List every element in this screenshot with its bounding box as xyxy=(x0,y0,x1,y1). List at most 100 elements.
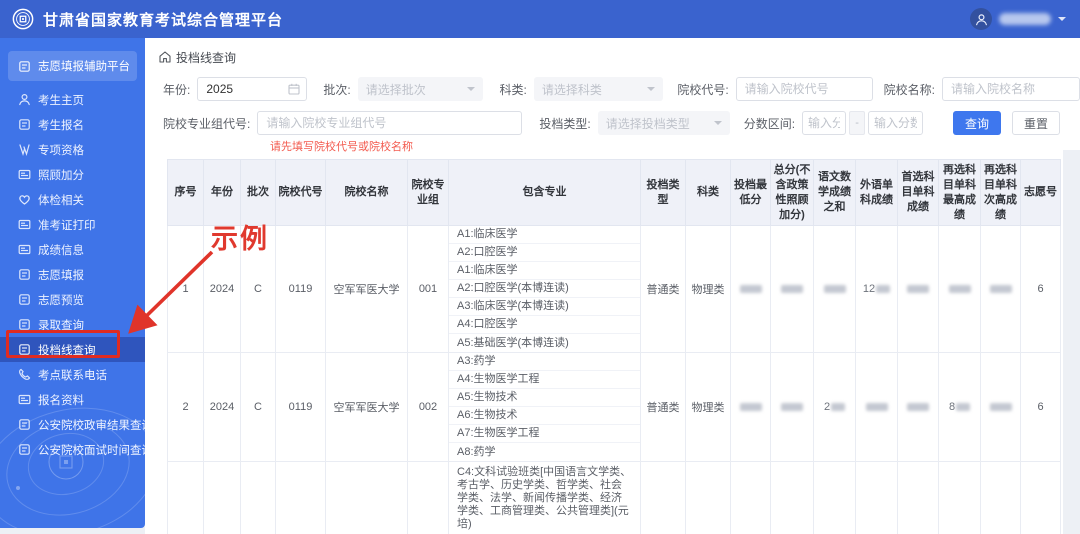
table-header-row: 序号 年份 批次 院校代号 院校名称 院校专业组 包含专业 投档类型 科类 投档最低分 总分(不含政… xyxy=(167,158,1061,227)
major-item: A2:口腔医学 xyxy=(449,244,640,263)
score-min-input[interactable] xyxy=(802,111,847,135)
app-header: 甘肃省国家教育考试综合管理平台 xyxy=(0,0,1080,38)
sidebar-item-label: 成绩信息 xyxy=(38,244,84,257)
column-header: 外语单科成绩 xyxy=(855,158,898,227)
sidebar-item-label: 准考证打印 xyxy=(38,219,96,232)
main-content: 投档线查询 年份: 批次: 请选择批次 科类: 请选择科类 院校代号: 院校名称… xyxy=(145,38,1080,534)
column-header: 投档类型 xyxy=(640,158,686,227)
sidebar-item-label: 专项资格 xyxy=(38,144,84,157)
doc-icon xyxy=(18,60,31,73)
filter-row-2: 院校专业组代号: 投档类型: 请选择投档类型 分数区间: - 查询 重置 xyxy=(145,111,1080,135)
major-item: A5:基础医学(本博连读) xyxy=(457,336,569,349)
major-item: A5:生物技术 xyxy=(449,389,640,408)
sidebar-item-label: 志愿预览 xyxy=(38,294,84,307)
doc-icon xyxy=(18,118,31,131)
chevron-down-icon[interactable] xyxy=(1058,17,1066,25)
wish-no-cell: 6 xyxy=(1020,352,1061,463)
chevron-down-icon xyxy=(713,121,722,129)
v-icon xyxy=(18,143,31,156)
annotation-highlight-box xyxy=(6,330,120,358)
score-cell: 8 xyxy=(938,352,981,463)
column-header: 院校专业组 xyxy=(407,158,449,227)
score-cell xyxy=(855,461,898,534)
sidebar-item-7[interactable]: 准考证打印 xyxy=(0,212,145,237)
annotation-example-label: 示例 xyxy=(211,224,269,254)
user-icon xyxy=(18,93,31,106)
college-code-cell: 0119 xyxy=(275,225,326,354)
batch-cell xyxy=(240,461,276,534)
batch-cell: C xyxy=(240,352,276,463)
sidebar-item-label: 考生主页 xyxy=(38,94,84,107)
reset-button[interactable]: 重置 xyxy=(1011,111,1060,135)
score-max-input[interactable] xyxy=(868,111,924,135)
sidebar-item-4[interactable]: 专项资格 xyxy=(0,137,145,162)
column-header: 包含专业 xyxy=(448,158,641,227)
subject-select[interactable]: 请选择科类 xyxy=(533,77,664,101)
sidebar-item-10[interactable]: 志愿预览 xyxy=(0,287,145,312)
file-type-cell: 普通类 xyxy=(640,352,686,463)
sidebar-item-3[interactable]: 考生报名 xyxy=(0,112,145,137)
column-header: 科类 xyxy=(685,158,731,227)
major-item: A4:生物医学工程 xyxy=(449,371,640,390)
score-cell xyxy=(897,461,939,534)
college-name-label: 院校名称: xyxy=(883,82,935,97)
wish-no-cell: 6 xyxy=(1020,225,1061,354)
seq-cell xyxy=(167,461,204,534)
file-type-label: 投档类型: xyxy=(539,116,591,131)
sidebar-item-13[interactable]: 考点联系电话 xyxy=(0,362,145,387)
score-cell xyxy=(897,352,939,463)
sidebar-item-label: 志愿填报 xyxy=(38,269,84,282)
college-code-cell: 0119 xyxy=(275,352,326,463)
college-code-input[interactable] xyxy=(735,77,873,101)
score-cell xyxy=(938,225,981,354)
form-hint: 请先填写院校代号或院校名称 xyxy=(270,141,413,153)
subject-cell xyxy=(685,461,731,534)
college-code-label: 院校代号: xyxy=(677,82,729,97)
group-code-input[interactable] xyxy=(257,111,523,135)
score-cell xyxy=(730,225,771,354)
major-item: A2:口腔医学(本博连读) xyxy=(449,280,640,299)
sidebar-item-6[interactable]: 体检相关 xyxy=(0,187,145,212)
year-label: 年份: xyxy=(163,82,191,97)
group-cell xyxy=(407,461,449,534)
calendar-icon[interactable] xyxy=(288,83,300,95)
score-cell xyxy=(770,461,814,534)
filter-row-1: 年份: 批次: 请选择批次 科类: 请选择科类 院校代号: 院校名称: xyxy=(145,77,1080,101)
majors-cell: A3:药学 A4:生物医学工程 A5:生物技术 A6:生物技术 A7:生物医学工程 A8:… xyxy=(448,352,641,463)
sidebar-item-8[interactable]: 成绩信息 xyxy=(0,237,145,262)
sidebar-item-2[interactable]: 考生主页 xyxy=(0,87,145,112)
avatar[interactable] xyxy=(970,8,992,30)
user-icon xyxy=(975,13,987,25)
year-cell: 2024 xyxy=(203,352,241,463)
score-cell: 2 xyxy=(813,352,856,463)
score-cell xyxy=(813,225,856,354)
sidebar: 志愿填报辅助平台考生主页考生报名专项资格照顾加分体检相关准考证打印成绩信息志愿填… xyxy=(0,38,145,528)
home-icon xyxy=(159,51,171,63)
score-cell xyxy=(980,352,1021,463)
card-icon xyxy=(18,218,31,231)
column-header: 志愿号 xyxy=(1020,158,1061,227)
college-code-cell xyxy=(275,461,326,534)
subject-cell: 物理类 xyxy=(685,225,731,354)
major-item: A3:药学 xyxy=(449,353,640,372)
file-type-select[interactable]: 请选择投档类型 xyxy=(597,111,730,135)
sidebar-item-1[interactable]: 志愿填报辅助平台 xyxy=(8,51,137,81)
score-cell xyxy=(855,352,898,463)
app-title: 甘肃省国家教育考试综合管理平台 xyxy=(43,11,284,29)
search-button[interactable]: 查询 xyxy=(952,111,1001,135)
group-code-label: 院校专业组代号: xyxy=(163,116,251,131)
college-name-input[interactable] xyxy=(942,77,1080,101)
table-row: C4:文科试验班类[中国语言文学类、考古学、历史学类、哲学类、社会学类、法学、新… xyxy=(167,461,1061,534)
score-cell xyxy=(980,461,1021,534)
year-cell xyxy=(203,461,241,534)
sidebar-item-label: 照顾加分 xyxy=(38,169,84,182)
sidebar-item-label: 考点联系电话 xyxy=(38,369,107,382)
sidebar-item-5[interactable]: 照顾加分 xyxy=(0,162,145,187)
sidebar-item-9[interactable]: 志愿填报 xyxy=(0,262,145,287)
seq-cell: 2 xyxy=(167,352,204,463)
user-menu[interactable] xyxy=(970,8,1066,30)
batch-select[interactable]: 请选择批次 xyxy=(357,77,484,101)
column-header: 总分(不含政策性照顾加分) xyxy=(770,158,814,227)
breadcrumb: 投档线查询 xyxy=(145,38,1080,66)
results-table-wrap: 序号 年份 批次 院校代号 院校名称 院校专业组 包含专业 投档类型 科类 投档最低分 总分(不含政… xyxy=(167,158,1061,534)
